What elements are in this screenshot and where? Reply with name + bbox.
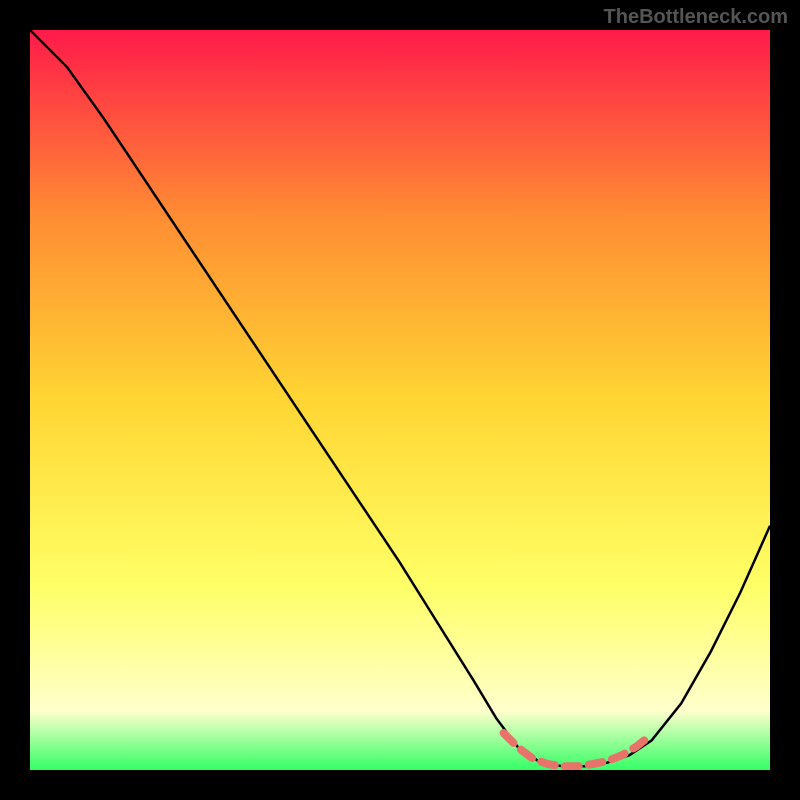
bottleneck-chart: TheBottleneck.com [0,0,800,800]
watermark-text: TheBottleneck.com [604,6,788,29]
chart-svg [30,30,770,770]
plot-area [30,30,770,770]
gradient-background [30,30,770,770]
